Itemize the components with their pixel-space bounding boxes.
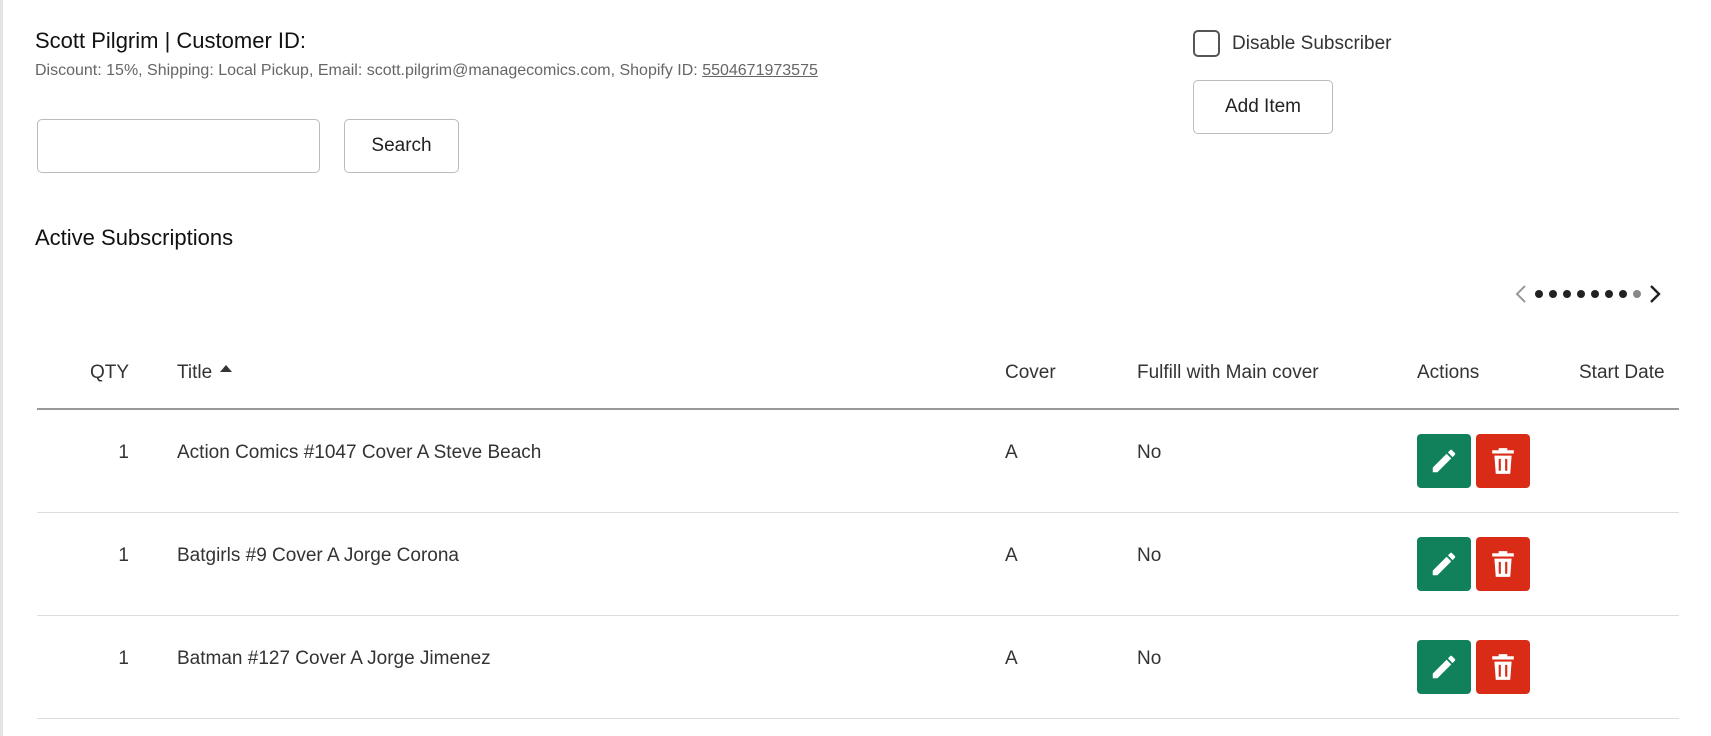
edit-button[interactable] [1417,434,1471,488]
pagination-dot[interactable] [1549,290,1557,298]
header-qty[interactable]: QTY [37,362,129,384]
pencil-icon [1432,449,1456,473]
subscriber-page: Scott Pilgrim | Customer ID: Discount: 1… [0,0,1711,736]
row-actions [1417,537,1530,591]
pagination-dot[interactable] [1535,290,1543,298]
header-title-label: Title [177,362,213,383]
customer-meta-text: Discount: 15%, Shipping: Local Pickup, E… [35,62,703,79]
subscriptions-table: QTY Title Cover Fulfill with Main cover … [37,340,1679,719]
pagination-dot[interactable] [1563,290,1571,298]
row-title: Batgirls #9 Cover A Jorge Corona [177,545,459,566]
row-cover: A [1005,648,1018,669]
row-fulfill: No [1137,442,1162,463]
row-qty: 1 [118,545,129,566]
shopify-id-link[interactable]: 5504671973575 [702,62,818,79]
search-input[interactable] [37,119,320,173]
row-actions [1417,640,1530,694]
table-row: 1 Batgirls #9 Cover A Jorge Corona A No [37,513,1679,616]
disable-subscriber-label: Disable Subscriber [1232,32,1392,54]
pencil-icon [1432,552,1456,576]
disable-subscriber-toggle[interactable]: Disable Subscriber [1193,30,1391,57]
chevron-right-icon[interactable] [1647,282,1663,306]
pagination-dot[interactable] [1619,290,1627,298]
edit-button[interactable] [1417,537,1471,591]
disable-subscriber-checkbox[interactable] [1193,30,1220,57]
row-title: Batman #127 Cover A Jorge Jimenez [177,648,491,669]
header-cover[interactable]: Cover [1005,362,1056,384]
pagination-dot[interactable] [1633,290,1641,298]
row-cover: A [1005,442,1018,463]
row-cover: A [1005,545,1018,566]
row-actions [1417,434,1530,488]
pagination-dots [1535,290,1641,298]
delete-button[interactable] [1476,640,1530,694]
table-header: QTY Title Cover Fulfill with Main cover … [37,340,1679,410]
chevron-left-icon[interactable] [1513,282,1529,306]
search-button[interactable]: Search [344,119,459,173]
row-qty: 1 [118,648,129,669]
trash-icon [1492,448,1514,474]
customer-meta: Discount: 15%, Shipping: Local Pickup, E… [35,62,818,80]
header-actions: Actions [1417,362,1480,383]
header-fulfill[interactable]: Fulfill with Main cover [1137,362,1319,384]
trash-icon [1492,654,1514,680]
pencil-icon [1432,655,1456,679]
delete-button[interactable] [1476,434,1530,488]
trash-icon [1492,551,1514,577]
table-row: 1 Batman #127 Cover A Jorge Jimenez A No [37,616,1679,719]
pagination-dot[interactable] [1605,290,1613,298]
header-start-date[interactable]: Start Date [1579,362,1665,384]
delete-button[interactable] [1476,537,1530,591]
row-title: Action Comics #1047 Cover A Steve Beach [177,442,542,463]
row-qty: 1 [118,442,129,463]
customer-title: Scott Pilgrim | Customer ID: [35,28,306,53]
row-fulfill: No [1137,648,1162,669]
pagination-dot[interactable] [1591,290,1599,298]
pagination [1513,282,1663,306]
pagination-dot[interactable] [1577,290,1585,298]
edit-button[interactable] [1417,640,1471,694]
add-item-button[interactable]: Add Item [1193,80,1333,134]
header-title[interactable]: Title [177,362,233,384]
table-row: 1 Action Comics #1047 Cover A Steve Beac… [37,410,1679,513]
section-title: Active Subscriptions [35,225,234,250]
row-fulfill: No [1137,545,1162,566]
sort-ascending-icon [220,365,233,373]
